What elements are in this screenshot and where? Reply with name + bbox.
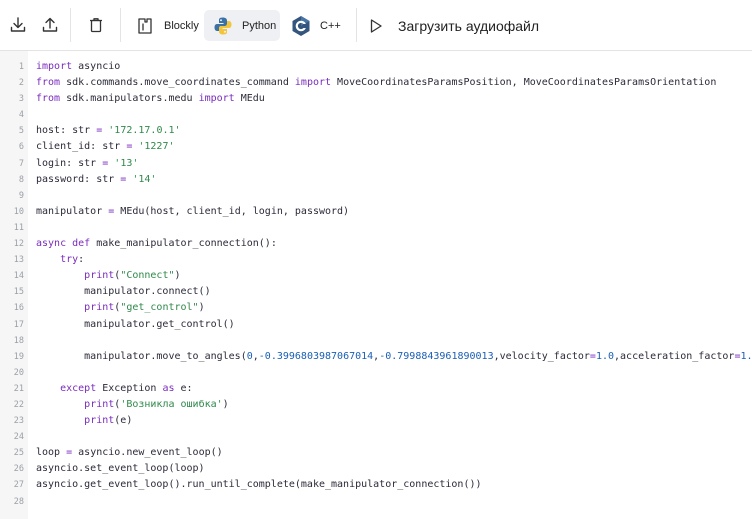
code-editor[interactable]: 1 import asyncio 2 from sdk.commands.move_c… [0,51,752,519]
toolbar-divider [70,8,71,42]
upload-audio-button[interactable]: Загрузить аудиофайл [368,10,539,41]
cpp-icon [290,15,312,37]
download-button[interactable] [4,9,32,41]
upload-icon [42,17,58,32]
line-number: 8 [18,174,24,185]
code-text: print(e) [84,415,133,427]
code-text: password: str = '14' [36,173,157,185]
code-text: login: str = '13' [36,157,139,169]
code-text: loop = asyncio.new_event_loop() [36,447,223,459]
play-icon [370,18,382,33]
line-number: 27 [13,480,24,491]
code-text: client_id: str = '1227' [36,141,175,153]
code-text: except Exception as e: [60,382,193,394]
line-number: 4 [18,110,24,121]
code-text: asyncio.get_event_loop().run_until_compl… [36,479,482,491]
download-icon [10,17,26,32]
line-number: 26 [13,464,24,475]
code-text: from sdk.commands.move_coordinates_comma… [36,77,717,89]
code-text: manipulator.move_to_angles(0,-0.39968039… [36,350,752,362]
line-number: 9 [18,190,24,201]
tab-python-label: Python [242,19,277,32]
code-text: asyncio.set_event_loop(loop) [36,463,205,475]
line-number: 23 [13,416,24,427]
code-text: from sdk.manipulators.medu import MEdu [36,93,265,105]
toolbar-divider [120,8,121,42]
line-number: 13 [13,255,24,266]
line-number: 24 [13,432,24,443]
tab-python[interactable]: Python [204,10,280,41]
code-text: print("get_control") [84,302,205,314]
line-number: 12 [13,239,24,250]
delete-button[interactable] [82,9,110,41]
code-text: manipulator = MEdu(host, client_id, logi… [36,205,350,217]
line-number: 25 [13,448,24,459]
upload-button[interactable] [36,9,64,41]
tab-blockly-label: Blockly [164,19,199,32]
line-number: 7 [18,158,24,169]
toolbar-divider [356,8,357,42]
trash-icon [90,18,102,33]
line-number: 5 [18,126,24,137]
code-text: print('Возникла ошибка') [84,398,229,410]
tab-cpp[interactable]: C++ [288,10,348,41]
line-number: 14 [13,271,24,282]
line-number: 11 [13,222,24,233]
upload-audio-label: Загрузить аудиофайл [398,17,540,34]
line-number: 18 [13,335,24,346]
python-icon [212,15,234,37]
toolbar: Blockly Python C++ Загрузить аудиофайл [0,0,752,51]
line-number: 15 [13,287,24,298]
code-text: import asyncio [36,61,121,72]
code-text: manipulator.connect() [36,286,211,298]
line-number: 10 [13,206,24,217]
tab-blockly[interactable]: Blockly [132,10,202,41]
line-number: 21 [13,383,24,394]
code-text: manipulator.get_control() [36,318,235,330]
line-number: 17 [13,319,24,330]
line-number: 22 [13,399,24,410]
line-number: 2 [18,78,24,89]
line-number: 20 [13,367,24,378]
line-number: 28 [13,496,24,507]
line-number: 16 [13,303,24,314]
line-number: 3 [18,94,24,105]
tab-cpp-label: C++ [320,19,341,32]
code-text: host: str = '172.17.0.1' [36,125,181,137]
code-text: print("Connect") [84,270,181,282]
blockly-icon [134,15,156,37]
code-text: async def make_manipulator_connection(): [36,238,277,250]
line-number: 6 [18,142,24,153]
line-number: 19 [13,351,24,362]
code-text: try: [60,254,85,266]
line-number: 1 [18,62,24,72]
